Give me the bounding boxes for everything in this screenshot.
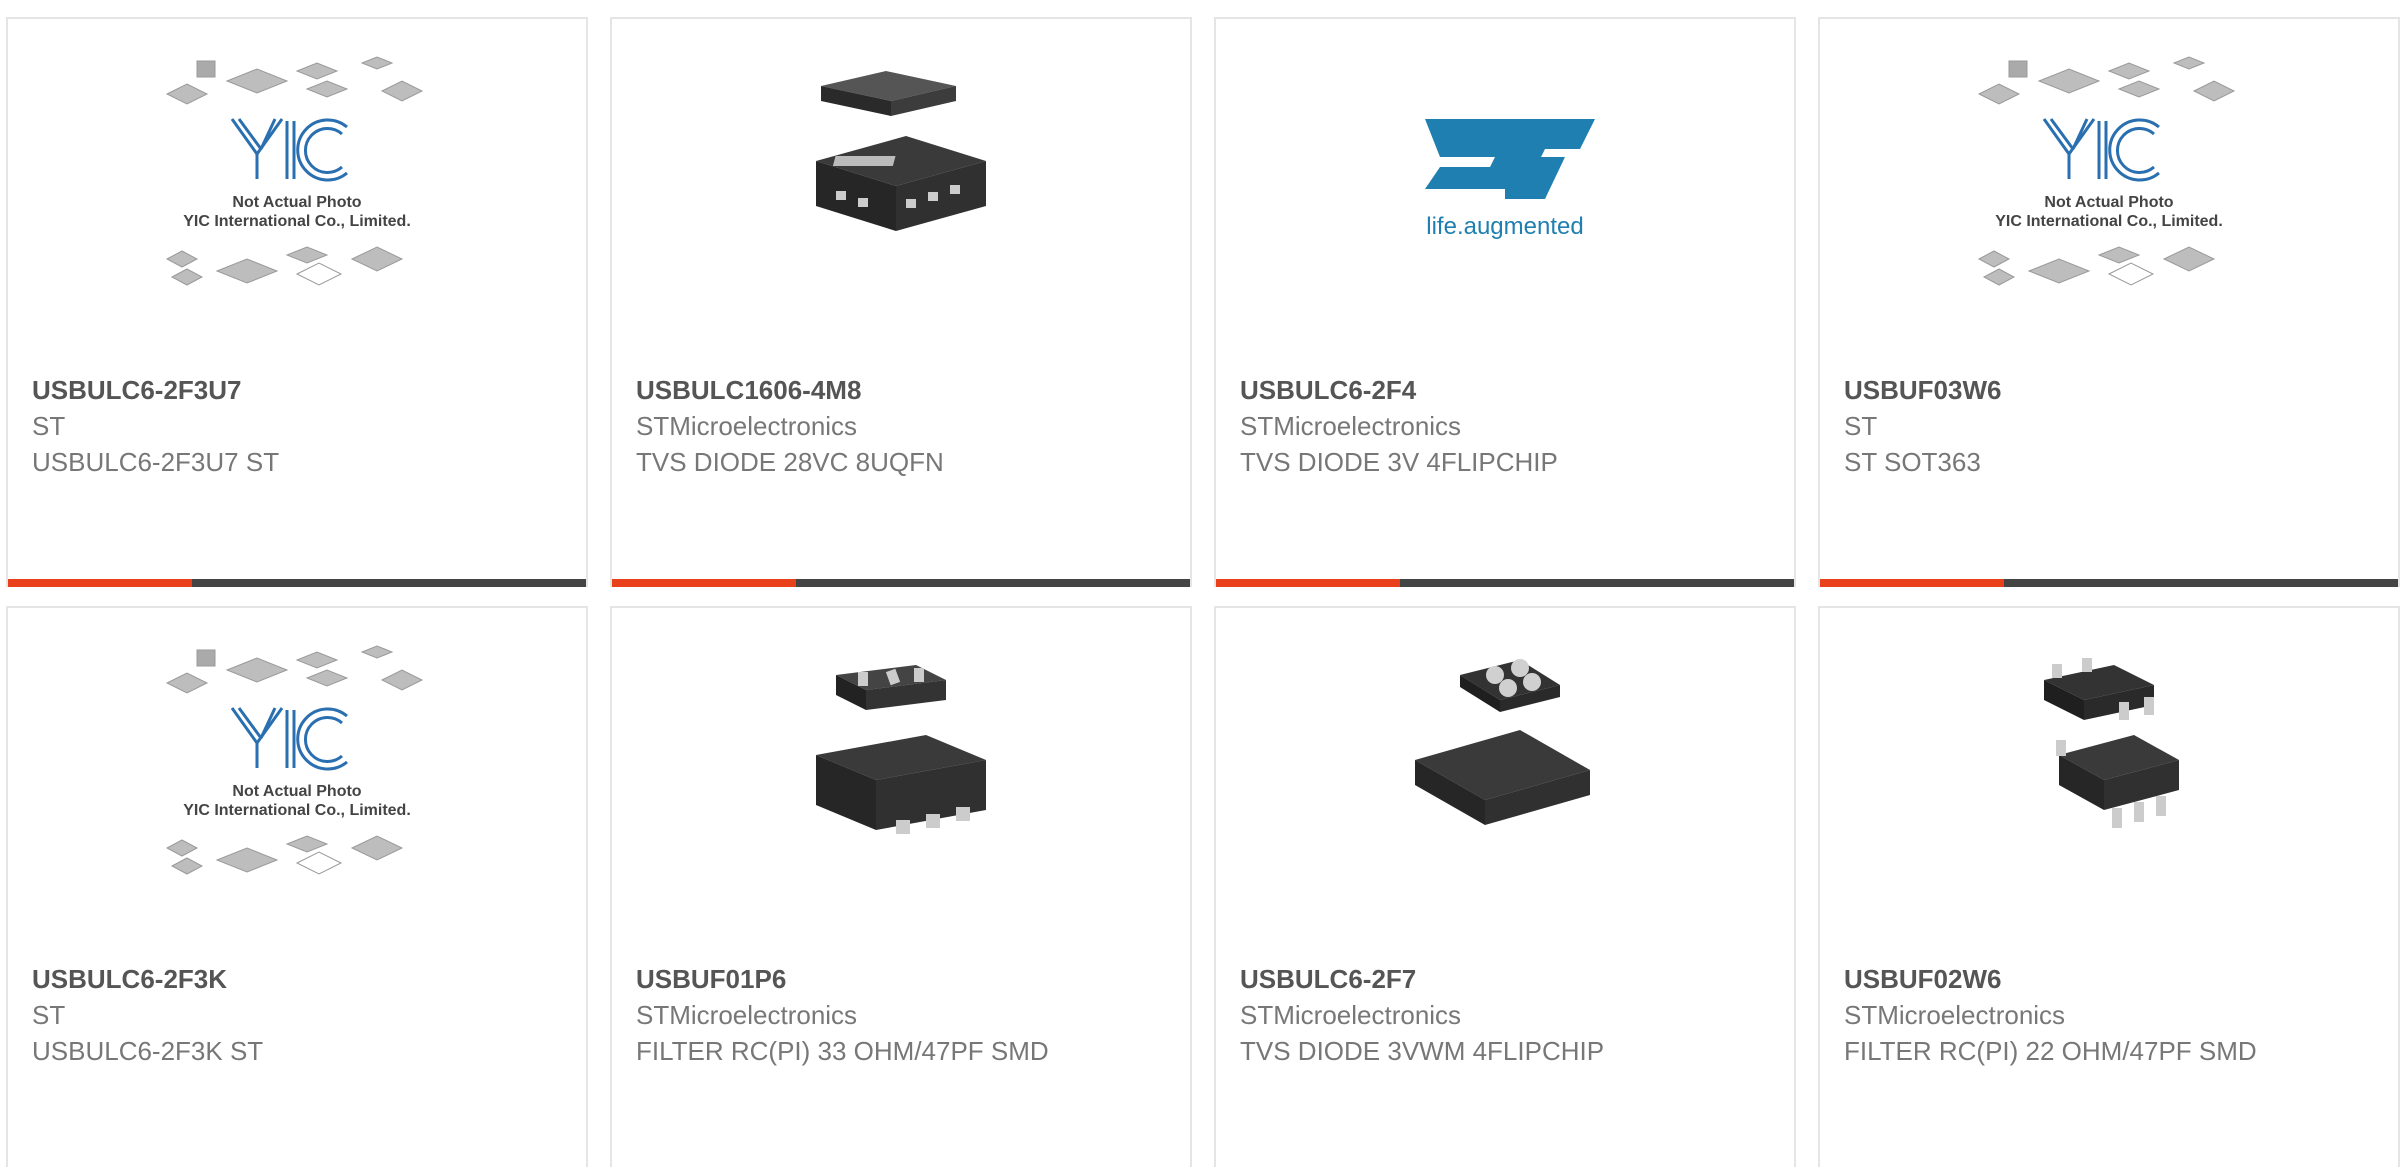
flipchip-icon — [1415, 659, 1590, 825]
placeholder-line2: YIC International Co., Limited. — [1995, 213, 2223, 230]
product-card[interactable]: Not Actual Photo YIC International Co., … — [1818, 17, 2400, 587]
placeholder-line2: YIC International Co., Limited. — [183, 213, 411, 230]
product-image — [1216, 638, 1794, 958]
manufacturer: STMicroelectronics — [1240, 1000, 1462, 1030]
product-card[interactable]: USBUF02W6 STMicroelectronics FILTER RC(P… — [1818, 606, 2400, 1167]
description: FILTER RC(PI) 33 OHM/47PF SMD — [636, 1036, 1049, 1066]
part-number-link[interactable]: USBULC1606-4M8 — [636, 372, 1170, 408]
part-number-link[interactable]: USBULC6-2F4 — [1240, 372, 1774, 408]
part-number-link[interactable]: USBULC6-2F3K — [32, 961, 566, 997]
manufacturer: STMicroelectronics — [636, 1000, 858, 1030]
product-image: Not Actual Photo YIC International Co., … — [1820, 49, 2398, 369]
product-image: Not Actual Photo YIC International Co., … — [8, 638, 586, 958]
part-number-link[interactable]: USBULC6-2F3U7 — [32, 372, 566, 408]
description: ST SOT363 — [1844, 447, 1981, 477]
description: TVS DIODE 3VWM 4FLIPCHIP — [1240, 1036, 1605, 1066]
part-number-link[interactable]: USBUF02W6 — [1844, 961, 2378, 997]
product-grid: Not Actual Photo YIC International Co., … — [0, 0, 2400, 1167]
st-logo-icon: life.augmented — [1425, 119, 1595, 240]
product-card[interactable]: life.augmented USBULC6-2F4 STMicroelectr… — [1214, 17, 1796, 587]
card-bar — [1820, 579, 2398, 587]
product-card[interactable]: Not Actual Photo YIC International Co., … — [6, 606, 588, 1167]
yic-placeholder-icon: Not Actual Photo YIC International Co., … — [1977, 56, 2236, 286]
product-card[interactable]: Not Actual Photo YIC International Co., … — [6, 17, 588, 587]
product-image: life.augmented — [1216, 49, 1794, 369]
description: TVS DIODE 28VC 8UQFN — [636, 447, 944, 477]
card-bar — [8, 579, 586, 587]
product-image — [612, 49, 1190, 369]
card-bar — [612, 579, 1190, 587]
description: TVS DIODE 3V 4FLIPCHIP — [1240, 447, 1558, 477]
manufacturer: STMicroelectronics — [1844, 1000, 2066, 1030]
sot363-chip-icon — [2044, 658, 2179, 828]
part-number-link[interactable]: USBULC6-2F7 — [1240, 961, 1774, 997]
manufacturer: ST — [1844, 411, 1878, 441]
description: USBULC6-2F3K ST — [32, 1036, 264, 1066]
product-image: Not Actual Photo YIC International Co., … — [8, 49, 586, 369]
sot-chip-icon — [816, 665, 986, 834]
description: USBULC6-2F3U7 ST — [32, 447, 280, 477]
manufacturer: STMicroelectronics — [636, 411, 858, 441]
card-bar — [1216, 579, 1794, 587]
manufacturer: ST — [32, 1000, 66, 1030]
placeholder-line1: Not Actual Photo — [232, 194, 361, 211]
manufacturer: ST — [32, 411, 66, 441]
placeholder-line2: YIC International Co., Limited. — [183, 802, 411, 819]
product-card[interactable]: USBULC6-2F7 STMicroelectronics TVS DIODE… — [1214, 606, 1796, 1167]
product-card[interactable]: USBULC1606-4M8 STMicroelectronics TVS DI… — [610, 17, 1192, 587]
product-image — [1820, 638, 2398, 958]
st-tagline: life.augmented — [1426, 213, 1583, 240]
yic-placeholder-icon: Not Actual Photo YIC International Co., … — [165, 645, 424, 875]
placeholder-line1: Not Actual Photo — [2044, 194, 2173, 211]
manufacturer: STMicroelectronics — [1240, 411, 1462, 441]
product-card[interactable]: USBUF01P6 STMicroelectronics FILTER RC(P… — [610, 606, 1192, 1167]
uqfn-chip-icon — [816, 71, 986, 231]
product-image — [612, 638, 1190, 958]
part-number-link[interactable]: USBUF01P6 — [636, 961, 1170, 997]
placeholder-line1: Not Actual Photo — [232, 783, 361, 800]
description: FILTER RC(PI) 22 OHM/47PF SMD — [1844, 1036, 2257, 1066]
part-number-link[interactable]: USBUF03W6 — [1844, 372, 2378, 408]
yic-placeholder-icon: Not Actual Photo YIC International Co., … — [165, 56, 424, 286]
